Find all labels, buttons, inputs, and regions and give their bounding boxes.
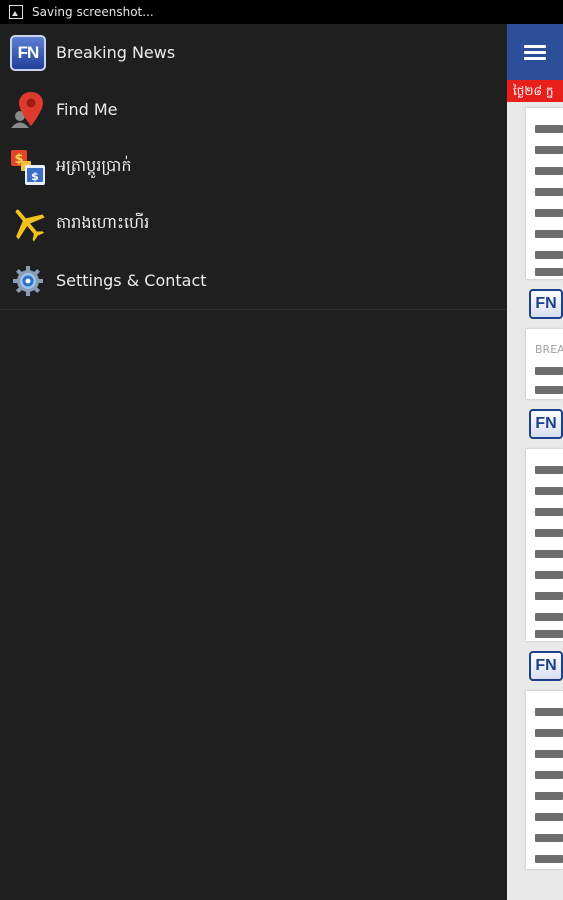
- drawer-item-label: Breaking News: [56, 43, 176, 62]
- drawer-item-label: Find Me: [56, 100, 118, 119]
- drawer-item-breaking-news[interactable]: FN Breaking News: [0, 24, 507, 81]
- app-bar: [507, 24, 563, 80]
- news-card[interactable]: BREA: [526, 329, 563, 399]
- screenshot-icon: [9, 5, 23, 19]
- drawer-item-flight-schedule[interactable]: តារាងហោះហើរ: [0, 195, 507, 252]
- drawer-divider: [0, 309, 507, 310]
- drawer-item-exchange-rate[interactable]: $ $ អត្រាប្តូរប្រាក់: [0, 138, 507, 195]
- currency-exchange-icon: $ $: [9, 148, 47, 186]
- news-ticker[interactable]: ថ្ងៃ២៨ ក្ន: [507, 80, 563, 102]
- fn-logo-icon: FN: [529, 409, 563, 439]
- menu-icon[interactable]: [524, 42, 546, 63]
- navigation-drawer: FN Breaking News Find Me $ $ អត្រាប្តូរប…: [0, 24, 507, 900]
- status-bar: Saving screenshot...: [0, 0, 563, 24]
- news-card[interactable]: [526, 449, 563, 641]
- airplane-icon: [9, 205, 47, 243]
- status-text: Saving screenshot...: [32, 5, 154, 19]
- map-pin-icon: [9, 91, 47, 129]
- fn-logo-icon: FN: [529, 651, 563, 681]
- news-card[interactable]: [526, 108, 563, 279]
- drawer-item-label: Settings & Contact: [56, 271, 207, 290]
- fn-logo-icon: FN: [9, 34, 47, 72]
- fn-logo-icon: FN: [529, 289, 563, 319]
- main-content: ថ្ងៃ២៨ ក្ន FN BREA FN FN: [507, 24, 563, 900]
- drawer-item-find-me[interactable]: Find Me: [0, 81, 507, 138]
- drawer-item-settings-contact[interactable]: Settings & Contact: [0, 252, 507, 309]
- card-category: BREA: [535, 343, 563, 356]
- gear-icon: [9, 262, 47, 300]
- drawer-item-label: តារាងហោះហើរ: [56, 212, 150, 232]
- news-card[interactable]: [526, 691, 563, 869]
- svg-text:$: $: [31, 170, 39, 183]
- drawer-item-label: អត្រាប្តូរប្រាក់: [56, 155, 132, 175]
